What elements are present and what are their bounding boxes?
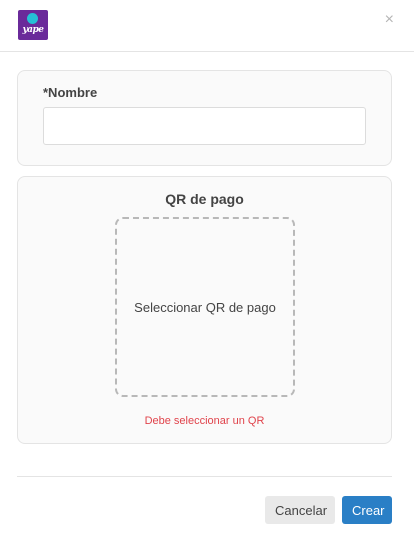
name-input[interactable]: [43, 107, 366, 145]
qr-title: QR de pago: [165, 191, 244, 207]
qr-dropzone-label: Seleccionar QR de pago: [134, 299, 276, 315]
name-card: *Nombre: [17, 70, 392, 166]
logo-text: yape: [22, 25, 44, 35]
yape-logo: yape: [18, 10, 48, 40]
qr-dropzone[interactable]: Seleccionar QR de pago: [115, 217, 295, 397]
close-icon[interactable]: ×: [385, 12, 394, 28]
qr-card: QR de pago Seleccionar QR de pago Debe s…: [17, 176, 392, 444]
qr-error-message: Debe seleccionar un QR: [144, 415, 265, 427]
cancel-button[interactable]: Cancelar: [265, 496, 335, 524]
footer-divider: [17, 476, 392, 477]
name-label: *Nombre: [43, 85, 98, 100]
create-button[interactable]: Crear: [342, 496, 392, 524]
modal-header: yape ×: [0, 0, 414, 52]
logo-dot: [27, 13, 38, 24]
